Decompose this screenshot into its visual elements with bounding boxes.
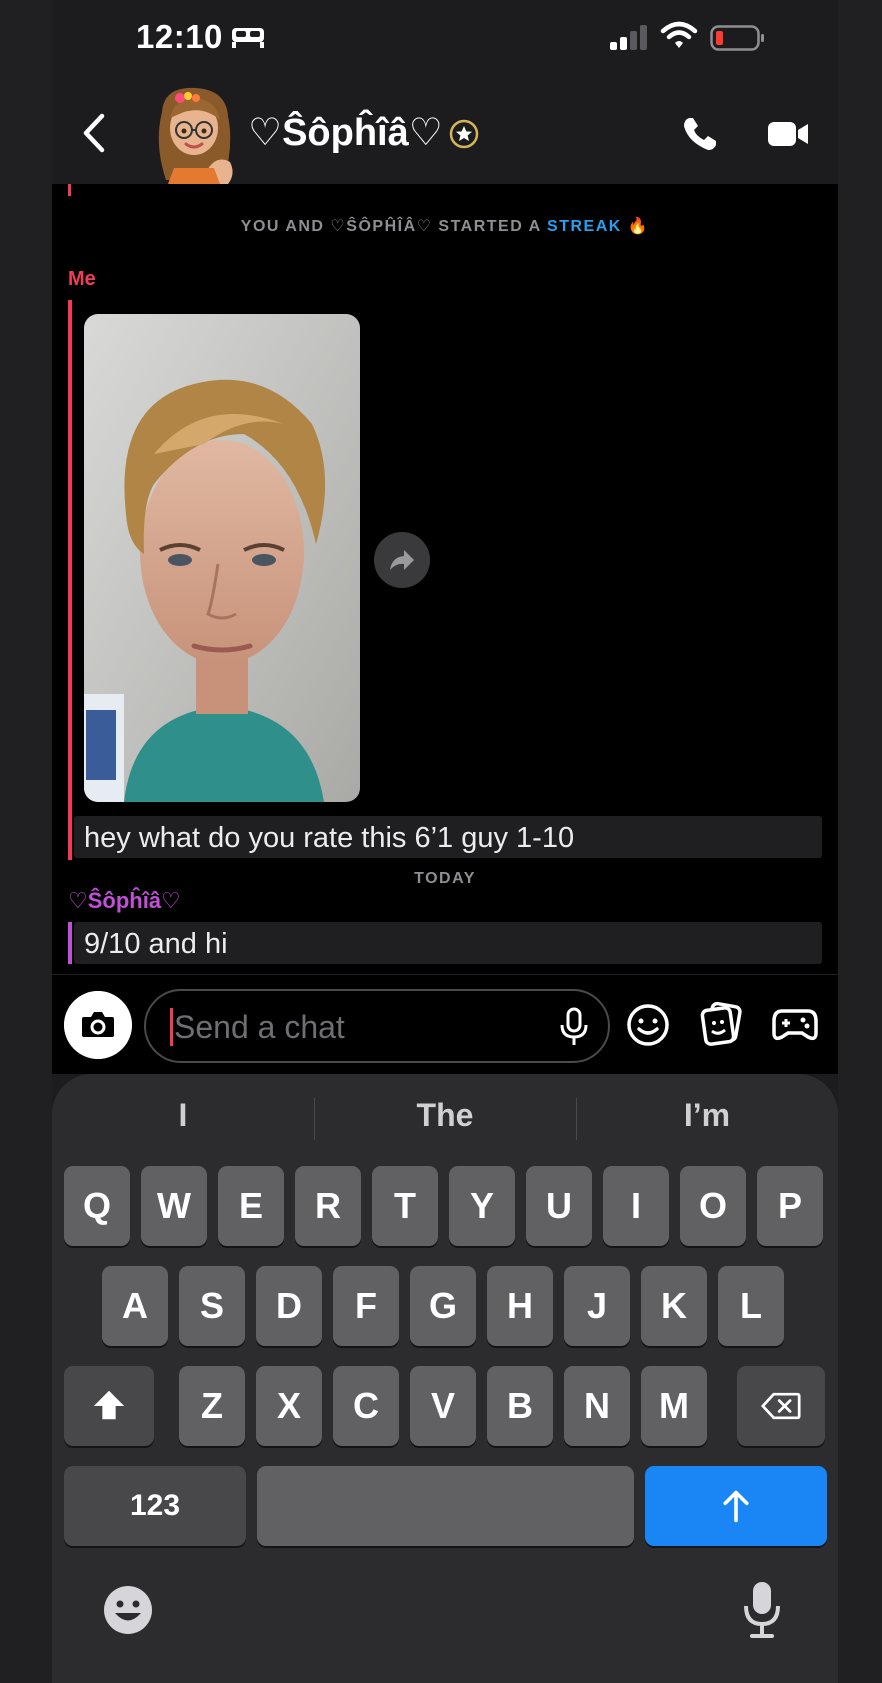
key-p[interactable]: P — [757, 1166, 823, 1246]
send-arrow-icon — [723, 1490, 749, 1523]
key-j[interactable]: J — [564, 1266, 630, 1346]
contact-message-bar — [68, 922, 72, 964]
chat-input-bar: Send a chat — [52, 974, 838, 1074]
suggestion-2[interactable]: The — [314, 1090, 576, 1140]
send-key[interactable] — [645, 1466, 827, 1546]
key-h[interactable]: H — [487, 1266, 553, 1346]
background-right — [837, 0, 882, 1683]
key-y[interactable]: Y — [449, 1166, 515, 1246]
key-w[interactable]: W — [141, 1166, 207, 1246]
key-q[interactable]: Q — [64, 1166, 130, 1246]
status-bar: 12:10 — [52, 0, 838, 80]
background-left — [0, 0, 52, 1683]
back-icon[interactable] — [80, 112, 110, 154]
suggestion-1[interactable]: I — [52, 1090, 314, 1140]
key-n[interactable]: N — [564, 1366, 630, 1446]
key-a[interactable]: A — [102, 1266, 168, 1346]
my-message-text: hey what do you rate this 6’1 guy 1-10 — [84, 822, 575, 854]
numbers-key[interactable]: 123 — [64, 1466, 246, 1546]
shift-key[interactable] — [64, 1366, 154, 1446]
chat-header: ♡Ŝôpĥîâ♡ — [52, 80, 838, 184]
text-caret — [170, 1008, 173, 1046]
keyboard-emoji-icon[interactable] — [102, 1584, 154, 1636]
day-separator: TODAY — [414, 870, 476, 887]
key-u[interactable]: U — [526, 1166, 592, 1246]
video-icon[interactable] — [766, 118, 810, 150]
contact-message-text: 9/10 and hi — [84, 928, 228, 960]
keyboard: I The I’m Q W E R T Y U I O P A S D F G … — [52, 1074, 838, 1683]
contact-name[interactable]: ♡Ŝôpĥîâ♡ — [248, 110, 443, 155]
key-z[interactable]: Z — [179, 1366, 245, 1446]
backspace-icon — [760, 1392, 801, 1420]
sleep-focus-icon — [232, 28, 264, 48]
streak-notice: YOU AND ♡ŜÔPĤÎÂ♡ STARTED A STREAK 🔥 — [52, 216, 838, 236]
sent-photo[interactable] — [84, 314, 360, 802]
dictation-mic-icon[interactable] — [742, 1580, 782, 1640]
game-icon[interactable] — [772, 1005, 818, 1045]
my-message-bar — [68, 300, 72, 860]
key-r[interactable]: R — [295, 1166, 361, 1246]
sticker-icon[interactable] — [700, 1001, 744, 1047]
call-icon[interactable] — [680, 114, 720, 154]
key-b[interactable]: B — [487, 1366, 553, 1446]
chat-thread[interactable]: YOU AND ♡ŜÔPĤÎÂ♡ STARTED A STREAK 🔥 Me h… — [52, 184, 838, 974]
key-s[interactable]: S — [179, 1266, 245, 1346]
key-k[interactable]: K — [641, 1266, 707, 1346]
emoji-icon[interactable] — [626, 1003, 670, 1047]
chat-input[interactable]: Send a chat — [144, 989, 610, 1063]
status-time: 12:10 — [136, 18, 223, 55]
my-message-row[interactable]: hey what do you rate this 6’1 guy 1-10 — [74, 816, 822, 858]
contact-message-row[interactable]: 9/10 and hi — [74, 922, 822, 964]
fire-emoji: 🔥 — [627, 218, 650, 235]
share-arrow-icon[interactable] — [374, 532, 430, 588]
mic-icon[interactable] — [556, 1007, 592, 1047]
key-t[interactable]: T — [372, 1166, 438, 1246]
key-d[interactable]: D — [256, 1266, 322, 1346]
camera-icon[interactable] — [64, 991, 132, 1059]
chat-input-placeholder: Send a chat — [174, 1009, 345, 1045]
key-v[interactable]: V — [410, 1366, 476, 1446]
phone-screen: 12:10 ♡Ŝôpĥîâ♡ YOU AND ♡ŜÔPĤÎÂ♡ STARTED … — [52, 0, 838, 1683]
wifi-icon — [660, 21, 698, 48]
sender-label-me: Me — [68, 268, 96, 290]
key-x[interactable]: X — [256, 1366, 322, 1446]
backspace-key[interactable] — [737, 1366, 825, 1446]
shift-icon — [93, 1390, 125, 1420]
suggestion-3[interactable]: I’m — [576, 1090, 838, 1140]
key-i[interactable]: I — [603, 1166, 669, 1246]
cell-signal-icon — [610, 25, 647, 50]
key-m[interactable]: M — [641, 1366, 707, 1446]
key-o[interactable]: O — [680, 1166, 746, 1246]
prior-message-marker — [68, 184, 71, 196]
suggestion-bar: I The I’m — [52, 1090, 838, 1140]
key-e[interactable]: E — [218, 1166, 284, 1246]
key-g[interactable]: G — [410, 1266, 476, 1346]
streak-notice-text: YOU AND ♡ŜÔPĤÎÂ♡ STARTED A — [240, 218, 548, 235]
sender-label-contact: ♡Ŝôpĥîâ♡ — [68, 888, 181, 913]
key-c[interactable]: C — [333, 1366, 399, 1446]
space-key[interactable] — [257, 1466, 634, 1546]
streak-link[interactable]: STREAK — [547, 218, 622, 235]
battery-low-icon — [710, 25, 764, 51]
bitmoji-avatar[interactable] — [144, 84, 244, 184]
key-l[interactable]: L — [718, 1266, 784, 1346]
star-badge-icon[interactable] — [448, 118, 480, 150]
key-f[interactable]: F — [333, 1266, 399, 1346]
